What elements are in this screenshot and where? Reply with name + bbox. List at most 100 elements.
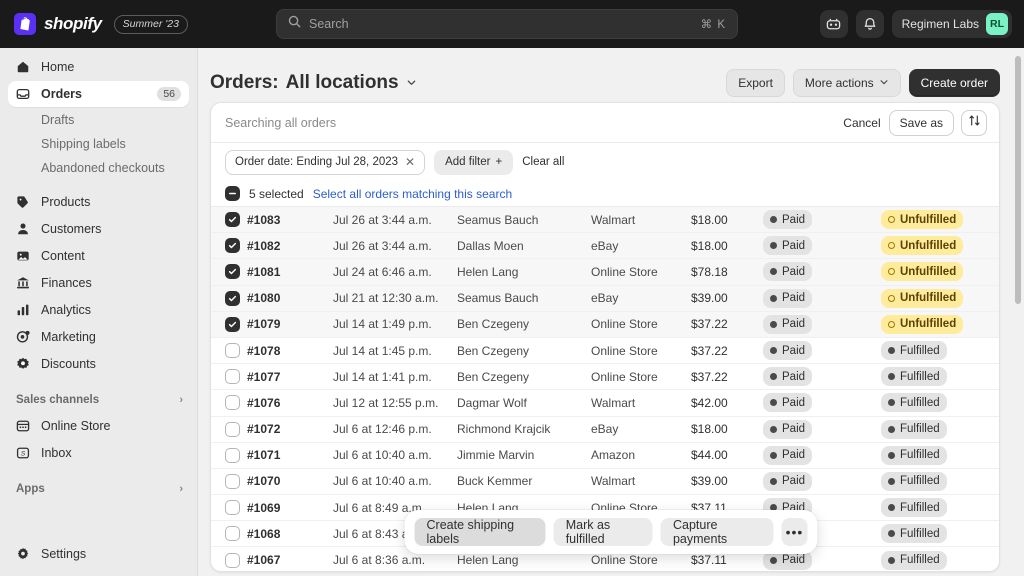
order-id[interactable]: #1076	[247, 396, 333, 410]
table-row[interactable]: #1076Jul 12 at 12:55 p.m.Dagmar WolfWalm…	[211, 390, 999, 416]
table-row[interactable]: #1083Jul 26 at 3:44 a.m.Seamus BauchWalm…	[211, 207, 999, 233]
order-date: Jul 12 at 12:55 p.m.	[333, 396, 457, 410]
order-id[interactable]: #1072	[247, 422, 333, 436]
sidebar-item-settings[interactable]: Settings	[8, 541, 190, 567]
clear-all-button[interactable]: Clear all	[522, 156, 564, 168]
order-id[interactable]: #1078	[247, 344, 333, 358]
payment-status-label: Paid	[782, 371, 805, 383]
fulfillment-status-badge: Unfulfilled	[881, 262, 999, 281]
scrollbar-thumb[interactable]	[1015, 56, 1021, 304]
sidebar-item-products[interactable]: Products	[8, 189, 189, 215]
filter-chip-order-date[interactable]: Order date: Ending Jul 28, 2023 ✕	[225, 150, 425, 175]
select-all-matching-link[interactable]: Select all orders matching this search	[313, 187, 512, 201]
row-checkbox[interactable]	[225, 448, 247, 463]
table-row[interactable]: #1080Jul 21 at 12:30 a.m.Seamus BaucheBa…	[211, 286, 999, 312]
create-shipping-labels-button[interactable]: Create shipping labels	[415, 518, 546, 546]
chevron-down-icon[interactable]	[406, 72, 417, 94]
table-row[interactable]: #1081Jul 24 at 6:46 a.m.Helen LangOnline…	[211, 259, 999, 285]
spacer	[0, 467, 197, 476]
sidebar-section-sales-channels[interactable]: Sales channels ›	[0, 387, 197, 413]
order-id[interactable]: #1070	[247, 474, 333, 488]
row-checkbox[interactable]	[225, 317, 247, 332]
select-all-checkbox[interactable]	[225, 186, 240, 201]
create-order-button[interactable]: Create order	[909, 69, 1000, 97]
sort-button[interactable]	[961, 110, 987, 136]
more-actions-button[interactable]: More actions	[793, 69, 901, 97]
export-button[interactable]: Export	[726, 69, 785, 97]
order-item-count: 1 item	[999, 337, 1000, 365]
sidebar-item-inbox[interactable]: S Inbox	[8, 440, 189, 466]
orders-card: Searching all orders Cancel Save as Orde…	[210, 102, 1000, 572]
table-row[interactable]: #1072Jul 6 at 12:46 p.m.Richmond Krajcik…	[211, 417, 999, 443]
row-checkbox[interactable]	[225, 369, 247, 384]
bell-icon[interactable]	[856, 10, 884, 38]
table-row[interactable]: #1071Jul 6 at 10:40 a.m.Jimmie MarvinAma…	[211, 443, 999, 469]
store-account-chip[interactable]: Regimen Labs RL	[892, 10, 1012, 38]
fulfillment-status-label: Fulfilled	[900, 554, 940, 566]
sort-icon	[968, 114, 981, 132]
order-id[interactable]: #1077	[247, 370, 333, 384]
table-row[interactable]: #1079Jul 14 at 1:49 p.m.Ben CzegenyOnlin…	[211, 312, 999, 338]
order-id[interactable]: #1069	[247, 501, 333, 515]
sidebar-subitem-drafts[interactable]: Drafts	[8, 108, 189, 132]
more-options-icon[interactable]: •••	[781, 518, 807, 546]
order-amount: $78.18	[691, 265, 763, 279]
close-icon[interactable]: ✕	[405, 155, 415, 169]
row-checkbox[interactable]	[225, 264, 247, 279]
apps-icon[interactable]	[820, 10, 848, 38]
table-row[interactable]: #1070Jul 6 at 10:40 a.m.Buck KemmerWalma…	[211, 469, 999, 495]
row-checkbox[interactable]	[225, 422, 247, 437]
sidebar-item-content[interactable]: Content	[8, 243, 189, 269]
order-id[interactable]: #1083	[247, 213, 333, 227]
sidebar-item-finances[interactable]: Finances	[8, 270, 189, 296]
order-id[interactable]: #1079	[247, 317, 333, 331]
cancel-button[interactable]: Cancel	[835, 116, 888, 130]
sidebar-item-home[interactable]: Home	[8, 54, 189, 80]
payment-status-label: Paid	[782, 397, 805, 409]
order-id[interactable]: #1068	[247, 527, 333, 541]
order-id[interactable]: #1082	[247, 239, 333, 253]
row-checkbox[interactable]	[225, 238, 247, 253]
table-row[interactable]: #1077Jul 14 at 1:41 p.m.Ben CzegenyOnlin…	[211, 364, 999, 390]
shopify-logo[interactable]: shopify Summer '23	[0, 13, 188, 35]
row-checkbox[interactable]	[225, 395, 247, 410]
order-item-count: 1 item	[999, 441, 1000, 469]
order-id[interactable]: #1081	[247, 265, 333, 279]
table-row[interactable]: #1082Jul 26 at 3:44 a.m.Dallas MoeneBay$…	[211, 233, 999, 259]
order-date: Jul 6 at 10:40 a.m.	[333, 448, 457, 462]
sidebar-item-online-store[interactable]: Online Store	[8, 413, 189, 439]
sidebar-item-label: Inbox	[41, 446, 181, 460]
sidebar-item-analytics[interactable]: Analytics	[8, 297, 189, 323]
save-as-button[interactable]: Save as	[889, 110, 954, 136]
order-id[interactable]: #1071	[247, 448, 333, 462]
row-checkbox[interactable]	[225, 526, 247, 541]
sidebar-subitem-shipping-labels[interactable]: Shipping labels	[8, 132, 189, 156]
row-checkbox[interactable]	[225, 474, 247, 489]
order-amount: $37.11	[691, 553, 763, 567]
sidebar-subitem-abandoned-checkouts[interactable]: Abandoned checkouts	[8, 156, 189, 180]
home-icon	[16, 60, 33, 74]
scrollbar[interactable]	[1015, 56, 1021, 568]
row-checkbox[interactable]	[225, 500, 247, 515]
search-input[interactable]: Search ⌘ K	[276, 9, 738, 39]
order-id[interactable]: #1080	[247, 291, 333, 305]
order-id[interactable]: #1067	[247, 553, 333, 567]
row-checkbox[interactable]	[225, 553, 247, 568]
add-filter-button[interactable]: Add filter +	[434, 150, 513, 175]
searching-text[interactable]: Searching all orders	[225, 116, 835, 130]
search-placeholder: Search	[309, 17, 701, 31]
sidebar-item-marketing[interactable]: Marketing	[8, 324, 189, 350]
capture-payments-button[interactable]: Capture payments	[661, 518, 774, 546]
row-checkbox[interactable]	[225, 291, 247, 306]
mark-as-fulfilled-button[interactable]: Mark as fulfilled	[554, 518, 653, 546]
row-checkbox[interactable]	[225, 343, 247, 358]
payment-status-badge: Paid	[763, 341, 881, 360]
sidebar-item-orders[interactable]: Orders 56	[8, 81, 189, 107]
sidebar-item-customers[interactable]: Customers	[8, 216, 189, 242]
order-date: Jul 6 at 8:36 a.m.	[333, 553, 457, 567]
table-row[interactable]: #1078Jul 14 at 1:45 p.m.Ben CzegenyOnlin…	[211, 338, 999, 364]
order-customer: Buck Kemmer	[457, 474, 591, 488]
sidebar-item-discounts[interactable]: Discounts	[8, 351, 189, 377]
sidebar-section-apps[interactable]: Apps ›	[0, 476, 197, 502]
row-checkbox[interactable]	[225, 212, 247, 227]
